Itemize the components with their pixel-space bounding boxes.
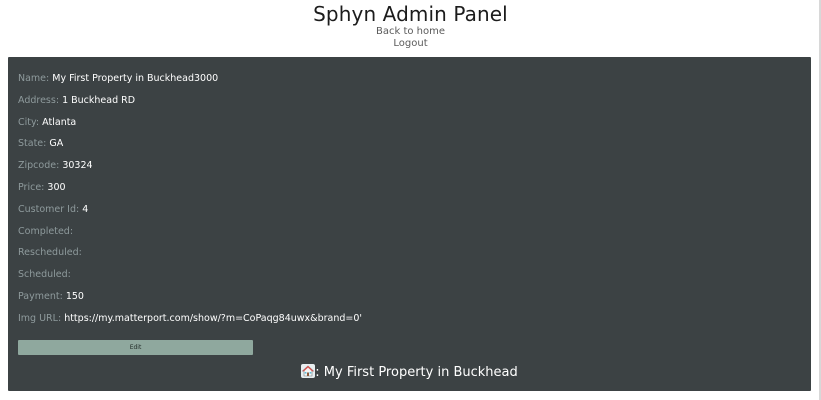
property-footer: : My First Property in Buckhead <box>8 364 811 382</box>
field-label: Rescheduled: <box>18 247 82 259</box>
field-city: City: Atlanta <box>18 115 362 137</box>
property-card: Name: My First Property in Buckhead3000 … <box>8 57 811 391</box>
home-icon <box>301 364 316 378</box>
footer-property-name: My First Property in Buckhead <box>323 365 518 380</box>
field-value: 300 <box>47 181 66 193</box>
field-address: Address: 1 Buckhead RD <box>18 93 362 115</box>
property-fields: Name: My First Property in Buckhead3000 … <box>18 71 362 333</box>
field-label: Customer Id: <box>18 203 80 215</box>
field-value: https://my.matterport.com/show/?m=CoPaqg… <box>64 312 363 324</box>
field-rescheduled: Rescheduled: <box>18 245 362 267</box>
edit-button[interactable]: Edit <box>18 340 253 355</box>
field-label: Payment: <box>18 290 63 302</box>
field-label: Price: <box>18 181 45 193</box>
field-value: 1 Buckhead RD <box>62 94 136 106</box>
field-value: 150 <box>65 290 84 302</box>
field-payment: Payment: 150 <box>18 289 362 311</box>
field-value: My First Property in Buckhead3000 <box>52 73 219 84</box>
back-to-home-link[interactable]: Back to home <box>0 26 821 38</box>
field-value: GA <box>49 138 64 150</box>
field-label: City: <box>18 116 40 128</box>
field-completed: Completed: <box>18 224 362 246</box>
field-price: Price: 300 <box>18 180 362 202</box>
field-zipcode: Zipcode: 30324 <box>18 158 362 180</box>
field-value: 4 <box>82 203 89 215</box>
field-label: Name: <box>18 73 50 84</box>
admin-page: Sphyn Admin Panel Back to home Logout Na… <box>0 0 821 400</box>
page-title: Sphyn Admin Panel <box>313 2 508 26</box>
field-label: State: <box>18 138 47 150</box>
field-label: Scheduled: <box>18 269 71 281</box>
field-scheduled: Scheduled: <box>18 267 362 289</box>
page-header: Sphyn Admin Panel Back to home Logout <box>0 0 821 50</box>
field-label: Zipcode: <box>18 160 60 172</box>
field-value: Atlanta <box>42 116 77 128</box>
field-label: Img URL: <box>18 312 62 324</box>
field-label: Completed: <box>18 225 74 237</box>
footer-separator: : <box>315 365 320 380</box>
field-img-url: Img URL: https://my.matterport.com/show/… <box>18 311 362 333</box>
field-label: Address: <box>18 94 60 106</box>
field-value: 30324 <box>62 160 93 172</box>
field-state: State: GA <box>18 136 362 158</box>
logout-link[interactable]: Logout <box>0 38 821 50</box>
field-customer-id: Customer Id: 4 <box>18 202 362 224</box>
field-name: Name: My First Property in Buckhead3000 <box>18 71 362 93</box>
